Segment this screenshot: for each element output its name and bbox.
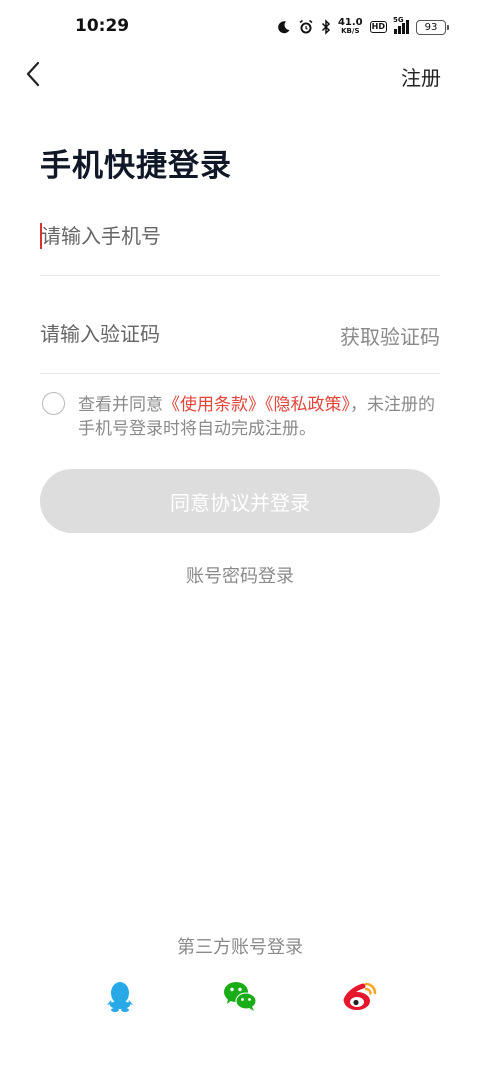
network-speed-value: 41.0 — [337, 17, 363, 28]
agreement-checkbox[interactable] — [42, 392, 65, 415]
status-bar: 10:29 41.0 KB/S HD 5G 93 — [0, 0, 480, 56]
status-icons: 41.0 KB/S HD 5G 93 — [277, 16, 449, 38]
bluetooth-icon — [321, 19, 331, 35]
agreement-text: 查看并同意《使用条款》《隐私政策》，未注册的手机号登录时将自动完成注册。 — [78, 393, 440, 441]
third-party-label: 第三方账号登录 — [177, 937, 303, 958]
agreement-prefix: 查看并同意 — [78, 395, 163, 415]
nav-bar: 注册 — [0, 56, 480, 96]
signal-bar — [406, 20, 409, 34]
back-chevron-icon[interactable] — [22, 60, 46, 88]
page-title: 手机快捷登录 — [40, 148, 232, 184]
register-link[interactable]: 注册 — [401, 62, 441, 91]
verification-code-field: 获取验证码 — [40, 310, 440, 374]
network-type-label: 5G — [393, 16, 404, 24]
signal-bar — [394, 29, 397, 34]
password-login-link[interactable]: 账号密码登录 — [0, 562, 480, 588]
network-speed-unit: KB/S — [341, 27, 360, 35]
weibo-login-icon[interactable] — [342, 978, 378, 1014]
terms-link[interactable]: 《使用条款》 — [163, 395, 265, 415]
network-speed: 41.0 KB/S — [338, 18, 363, 36]
get-code-button[interactable]: 获取验证码 — [340, 321, 440, 350]
signal-bar — [398, 26, 401, 34]
status-time: 10:29 — [75, 16, 130, 36]
battery-level: 93 — [424, 21, 438, 33]
third-party-icons — [0, 978, 480, 1014]
battery-icon: 93 — [416, 19, 449, 35]
hd-badge: HD — [369, 21, 387, 33]
phone-input[interactable] — [40, 212, 300, 260]
phone-field — [40, 212, 440, 276]
do-not-disturb-moon-icon — [277, 20, 291, 34]
verification-code-input[interactable] — [40, 310, 300, 358]
qq-login-icon[interactable] — [102, 978, 138, 1014]
alarm-clock-icon — [298, 19, 314, 35]
privacy-link[interactable]: 《隐私政策》 — [265, 395, 350, 415]
wechat-login-icon[interactable] — [222, 978, 258, 1014]
agree-and-login-button[interactable]: 同意协议并登录 — [40, 469, 440, 533]
cellular-signal-icon: 5G — [393, 16, 409, 34]
text-cursor — [40, 223, 42, 249]
signal-bar — [402, 23, 405, 34]
